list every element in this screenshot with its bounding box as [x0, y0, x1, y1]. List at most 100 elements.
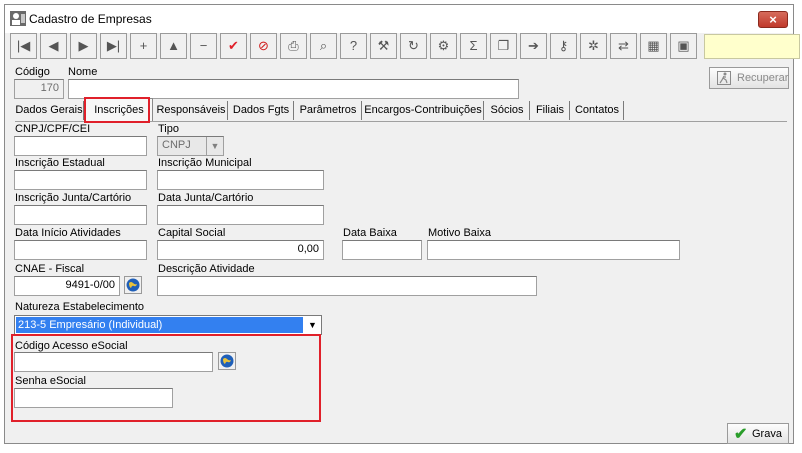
codigo-label: Código [15, 66, 50, 78]
tipo-select[interactable]: CNPJ ▼ [157, 136, 224, 156]
key-search-button[interactable]: ⌕ [310, 33, 337, 59]
esocial-pass-field[interactable] [14, 388, 173, 408]
tab-dados-gerais[interactable]: Dados Gerais [15, 101, 84, 120]
chevron-down-icon[interactable]: ▼ [304, 316, 321, 334]
motivo-field[interactable] [427, 240, 680, 260]
esocial-search-button[interactable] [218, 352, 236, 370]
toolbar-status-area [704, 34, 800, 59]
baixa-label: Data Baixa [343, 227, 397, 239]
cnae-search-button[interactable] [124, 276, 142, 294]
tab-responsaveis[interactable]: Responsáveis [155, 101, 228, 120]
prev-record-icon: ◀ [48, 38, 59, 53]
query-icon: ? [349, 38, 358, 53]
calculator-icon: ▦ [647, 38, 660, 53]
grava-button[interactable]: ✔ Grava [727, 423, 789, 444]
tools-button[interactable]: ⚒ [370, 33, 397, 59]
desc-field[interactable] [157, 276, 537, 296]
sum-button[interactable]: Σ [460, 33, 487, 59]
natureza-value: 213-5 Empresário (Individual) [16, 317, 303, 333]
desc-label: Descrição Atividade [158, 263, 255, 275]
confirm-icon: ✔ [228, 38, 239, 53]
window-title: Cadastro de Empresas [29, 12, 152, 26]
add-button[interactable]: + [130, 33, 157, 59]
im-label: Inscrição Municipal [158, 157, 252, 169]
print-button[interactable]: ⎙ [280, 33, 307, 59]
globe-icon [126, 278, 140, 292]
dia-field[interactable] [14, 240, 147, 260]
copy-button[interactable]: ❐ [490, 33, 517, 59]
tab-encargos-contribuicoes[interactable]: Encargos-Contribuições [363, 101, 484, 120]
tab-contatos[interactable]: Contatos [571, 101, 624, 120]
grava-label: Grava [752, 428, 782, 440]
recuperar-label: Recuperar [737, 72, 789, 84]
config-button[interactable]: ⚙ [430, 33, 457, 59]
ie-field[interactable] [14, 170, 147, 190]
refresh-button[interactable]: ↻ [400, 33, 427, 59]
settings-icon: ✲ [588, 38, 599, 53]
nome-field[interactable] [68, 79, 519, 99]
query-button[interactable]: ? [340, 33, 367, 59]
up-button[interactable]: ▲ [160, 33, 187, 59]
dia-label: Data Início Atividades [15, 227, 121, 239]
cnae-label: CNAE - Fiscal [15, 263, 85, 275]
cancel-icon: ⊘ [258, 38, 269, 53]
esocial-pass-label: Senha eSocial [15, 375, 86, 387]
baixa-field[interactable] [342, 240, 422, 260]
djc-label: Data Junta/Cartório [158, 192, 254, 204]
title-bar: Cadastro de Empresas × [5, 5, 793, 33]
last-record-button[interactable]: ▶| [100, 33, 127, 59]
motivo-label: Motivo Baixa [428, 227, 491, 239]
highlight-box-tab [84, 97, 150, 123]
globe-icon [220, 354, 234, 368]
cnpj-field[interactable] [14, 136, 147, 156]
natureza-label: Natureza Estabelecimento [15, 301, 145, 313]
stop-button[interactable]: ▣ [670, 33, 697, 59]
remove-button[interactable]: − [190, 33, 217, 59]
run-man-icon [717, 71, 731, 85]
up-icon: ▲ [167, 38, 180, 53]
chevron-down-icon[interactable]: ▼ [206, 137, 223, 155]
config-icon: ⚙ [437, 38, 450, 53]
prev-record-button[interactable]: ◀ [40, 33, 67, 59]
remove-icon: − [199, 38, 208, 53]
capital-label: Capital Social [158, 227, 226, 239]
next-record-button[interactable]: ▶ [70, 33, 97, 59]
transfer-button[interactable]: ⇄ [610, 33, 637, 59]
tab-parametros[interactable]: Parâmetros [295, 101, 362, 120]
capital-field[interactable]: 0,00 [157, 240, 324, 260]
key-button[interactable]: ⚷ [550, 33, 577, 59]
export-icon: ➔ [528, 38, 539, 53]
close-button[interactable]: × [758, 11, 788, 28]
print-icon: ⎙ [288, 38, 299, 53]
djc-field[interactable] [157, 205, 324, 225]
export-button[interactable]: ➔ [520, 33, 547, 59]
codigo-field[interactable]: 170 [14, 79, 64, 99]
tipo-value: CNPJ [162, 139, 191, 151]
key-search-icon: ⌕ [319, 38, 328, 53]
cnae-field[interactable]: 9491-0/00 [14, 276, 120, 296]
refresh-icon: ↻ [408, 38, 419, 53]
tools-icon: ⚒ [377, 38, 390, 53]
settings-button[interactable]: ✲ [580, 33, 607, 59]
tab-socios[interactable]: Sócios [485, 101, 530, 120]
im-field[interactable] [157, 170, 324, 190]
sum-icon: Σ [469, 38, 478, 53]
tipo-label: Tipo [158, 123, 179, 135]
toolbar: |◀ ◀ ▶ ▶| + ▲ − ✔ ⊘ ⎙ ⌕? ⚒ ↻ ⚙ Σ ❐ ➔ ⚷ ✲ ⇄ ▦ ▣ [10, 33, 800, 61]
recuperar-button[interactable]: Recuperar [709, 67, 789, 89]
esocial-code-field[interactable] [14, 352, 213, 372]
copy-icon: ❐ [497, 38, 510, 53]
tab-filiais[interactable]: Filiais [531, 101, 570, 120]
ijc-field[interactable] [14, 205, 147, 225]
natureza-select[interactable]: 213-5 Empresário (Individual) ▼ [14, 315, 322, 335]
first-record-icon: |◀ [16, 38, 31, 53]
tab-dados-fgts[interactable]: Dados Fgts [229, 101, 294, 120]
window: Cadastro de Empresas × |◀ ◀ ▶ ▶| + ▲ − ✔ ⊘ ⎙ ⌕? ⚒ ↻ ⚙… [4, 4, 800, 444]
cancel-button[interactable]: ⊘ [250, 33, 277, 59]
last-record-icon: ▶| [106, 38, 121, 53]
esocial-code-label: Código Acesso eSocial [15, 340, 128, 352]
first-record-button[interactable]: |◀ [10, 33, 37, 59]
confirm-button[interactable]: ✔ [220, 33, 247, 59]
key-icon: ⚷ [558, 38, 569, 53]
calculator-button[interactable]: ▦ [640, 33, 667, 59]
